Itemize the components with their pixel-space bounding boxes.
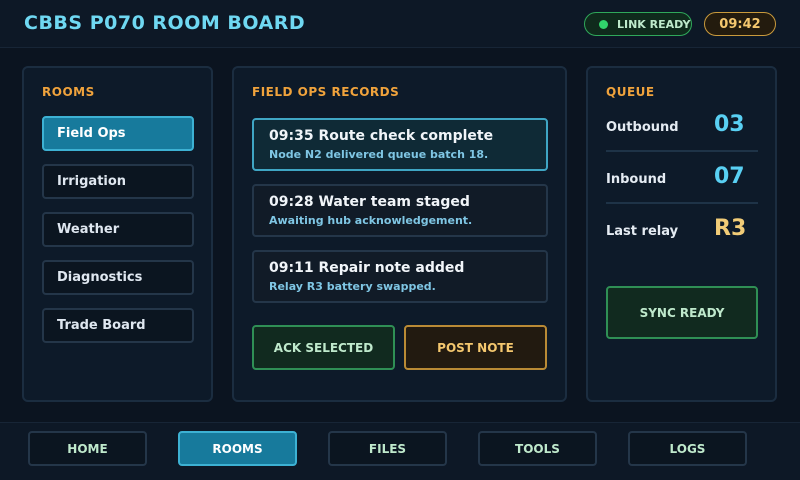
- ack-selected-button[interactable]: ACK SELECTED: [252, 325, 395, 370]
- room-weather[interactable]: Weather: [42, 212, 194, 247]
- queue-label: Inbound: [606, 172, 667, 187]
- nav-rooms[interactable]: ROOMS: [178, 431, 297, 466]
- app-title: CBBS P070 ROOM BOARD: [24, 12, 306, 34]
- record-title: 09:35 Route check complete: [269, 128, 494, 144]
- record-item[interactable]: 09:28 Water team staged Awaiting hub ack…: [252, 184, 548, 237]
- room-field-ops[interactable]: Field Ops: [42, 116, 194, 151]
- record-detail: Awaiting hub acknowledgement.: [269, 214, 473, 227]
- nav-files[interactable]: FILES: [328, 431, 447, 466]
- queue-row-last-relay: Last relay R3: [606, 204, 758, 256]
- nav-tools[interactable]: TOOLS: [478, 431, 597, 466]
- room-trade-board[interactable]: Trade Board: [42, 308, 194, 343]
- rooms-title: ROOMS: [42, 85, 95, 99]
- record-item[interactable]: 09:35 Route check complete Node N2 deliv…: [252, 118, 548, 171]
- top-bar: CBBS P070 ROOM BOARD LINK READY 09:42: [0, 0, 800, 48]
- queue-label: Last relay: [606, 224, 679, 239]
- bottom-nav: HOME ROOMS FILES TOOLS LOGS: [0, 422, 800, 480]
- record-detail: Node N2 delivered queue batch 18.: [269, 148, 489, 161]
- record-title: 09:28 Water team staged: [269, 194, 470, 210]
- queue-panel: QUEUE Outbound 03 Inbound 07 Last relay …: [586, 66, 777, 402]
- room-irrigation[interactable]: Irrigation: [42, 164, 194, 199]
- queue-value: 07: [714, 164, 745, 189]
- clock-text: 09:42: [719, 16, 761, 32]
- queue-value: 03: [714, 112, 745, 137]
- status-dot-icon: [599, 19, 608, 29]
- queue-value: R3: [714, 216, 747, 241]
- nav-home[interactable]: HOME: [28, 431, 147, 466]
- queue-row-outbound: Outbound 03: [606, 100, 758, 152]
- link-status-text: LINK READY: [617, 17, 691, 31]
- record-item[interactable]: 09:11 Repair note added Relay R3 battery…: [252, 250, 548, 303]
- nav-logs[interactable]: LOGS: [628, 431, 747, 466]
- queue-label: Outbound: [606, 120, 679, 135]
- queue-row-inbound: Inbound 07: [606, 152, 758, 204]
- post-note-button[interactable]: POST NOTE: [404, 325, 547, 370]
- clock-badge: 09:42: [704, 12, 776, 36]
- record-title: 09:11 Repair note added: [269, 260, 465, 276]
- queue-title: QUEUE: [606, 85, 655, 99]
- sync-ready-button[interactable]: SYNC READY: [606, 286, 758, 339]
- records-panel: FIELD OPS RECORDS 09:35 Route check comp…: [232, 66, 567, 402]
- record-detail: Relay R3 battery swapped.: [269, 280, 436, 293]
- records-title: FIELD OPS RECORDS: [252, 85, 400, 99]
- room-diagnostics[interactable]: Diagnostics: [42, 260, 194, 295]
- rooms-panel: ROOMS Field Ops Irrigation Weather Diagn…: [22, 66, 213, 402]
- link-status-badge: LINK READY: [584, 12, 692, 36]
